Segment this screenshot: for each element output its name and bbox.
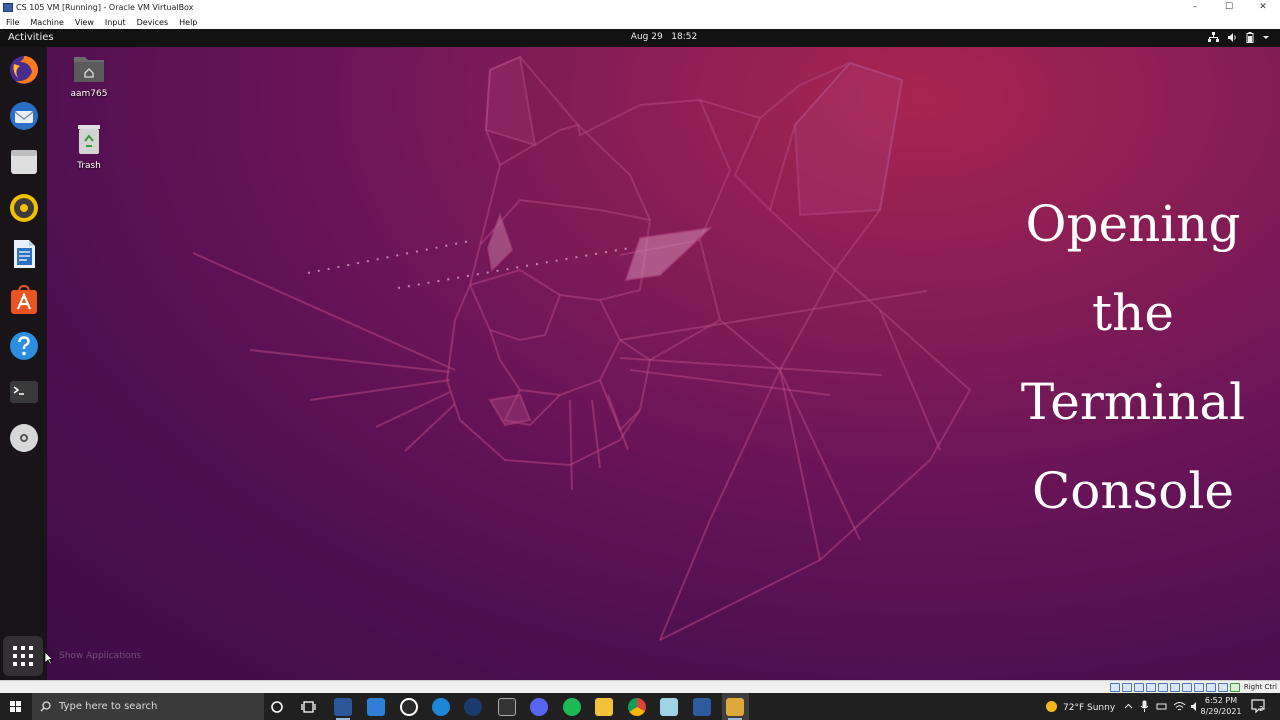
notification-center-button[interactable]: 2: [1250, 698, 1266, 714]
caption-line: Terminal: [1020, 373, 1246, 431]
sun-icon: [1046, 701, 1057, 712]
date-time[interactable]: Aug 29 18:52: [600, 32, 728, 42]
weather-widget[interactable]: 72°F Sunny: [1046, 701, 1115, 713]
cpu-indicator[interactable]: [1206, 683, 1216, 692]
show-applications-tooltip: Show Applications: [59, 651, 142, 661]
battery-icon: [1246, 32, 1254, 43]
app-grid-icon: [13, 646, 33, 666]
home-folder-icon[interactable]: aam765: [59, 53, 119, 99]
menu-input[interactable]: Input: [105, 18, 126, 27]
virtualbox-manager-taskbar-icon[interactable]: [693, 698, 711, 716]
windows-logo-icon: [10, 701, 21, 712]
search-placeholder: Type here to search: [59, 701, 158, 712]
discord-taskbar-icon[interactable]: [530, 698, 548, 716]
menu-help[interactable]: Help: [179, 18, 197, 27]
menu-devices[interactable]: Devices: [137, 18, 169, 27]
microphone-icon[interactable]: [1140, 700, 1149, 713]
show-applications-button[interactable]: [3, 636, 43, 676]
usb-tray-icon[interactable]: [1156, 701, 1167, 712]
cortana-icon[interactable]: [270, 700, 284, 714]
trash-icon[interactable]: Trash: [59, 123, 119, 171]
home-folder-label: aam765: [70, 89, 108, 99]
recycle-bin-icon: [78, 125, 100, 154]
trash-label: Trash: [77, 161, 101, 171]
screen: CS 105 VM [Running] - Oracle VM VirtualB…: [0, 0, 1280, 720]
taskbar-search-box[interactable]: Type here to search: [32, 693, 264, 720]
files-icon[interactable]: [8, 146, 40, 178]
taskbar-clock[interactable]: 6:52 PM 8/29/2021: [1196, 695, 1246, 717]
steam-taskbar-icon[interactable]: [464, 698, 482, 716]
optical-drive-indicator[interactable]: [1122, 683, 1132, 692]
task-view-icon[interactable]: [301, 700, 317, 714]
word-taskbar-icon[interactable]: [334, 698, 352, 716]
vbox-title-bar: CS 105 VM [Running] - Oracle VM VirtualB…: [0, 0, 1280, 15]
ubuntu-top-bar: Activities Aug 29 18:52: [0, 29, 1280, 47]
network-indicator[interactable]: [1146, 683, 1156, 692]
desktop[interactable]: aam765 Trash Opening the Terminal Consol…: [0, 47, 1280, 680]
libreoffice-writer-icon[interactable]: [8, 238, 40, 270]
epic-games-taskbar-icon[interactable]: [498, 698, 516, 716]
mouse-integration-indicator[interactable]: [1218, 683, 1228, 692]
menu-view[interactable]: View: [75, 18, 94, 27]
usb-indicator[interactable]: [1158, 683, 1168, 692]
window-controls: – ☐ ✕: [1178, 0, 1280, 15]
caption-line: the: [1092, 284, 1174, 342]
activities-button[interactable]: Activities: [8, 32, 54, 43]
network-icon: [1208, 32, 1219, 42]
windows-taskbar: Type here to search 72°F Sunny 6:52 PM 8…: [0, 693, 1280, 720]
minimize-button[interactable]: –: [1178, 0, 1212, 15]
keyboard-indicator[interactable]: [1230, 683, 1240, 692]
blue-app-taskbar-icon[interactable]: [432, 698, 450, 716]
caption-line: Console: [1032, 462, 1234, 520]
tray-chevron-icon[interactable]: [1124, 702, 1133, 711]
vbox-status-bar: Right Ctrl: [0, 680, 1280, 693]
time-text: 18:52: [671, 32, 698, 42]
chevron-down-icon: [1263, 36, 1269, 39]
virtualbox-vm-taskbar-icon[interactable]: [726, 698, 744, 716]
wifi-icon[interactable]: [1173, 701, 1186, 712]
help-icon[interactable]: [8, 330, 40, 362]
virtualbox-icon: [3, 3, 13, 12]
display-indicator[interactable]: [1182, 683, 1192, 692]
notepad-taskbar-icon[interactable]: [660, 698, 678, 716]
volume-icon: [1228, 33, 1236, 42]
search-icon: [40, 701, 51, 712]
caption-line: Opening: [1025, 195, 1241, 253]
shared-folders-indicator[interactable]: [1170, 683, 1180, 692]
mouse-cursor-icon: [44, 651, 53, 665]
dvd-icon[interactable]: [8, 422, 40, 454]
file-explorer-taskbar-icon[interactable]: [595, 698, 613, 716]
start-button[interactable]: [0, 693, 32, 720]
terminal-icon[interactable]: [8, 376, 40, 408]
vbox-window-title: CS 105 VM [Running] - Oracle VM VirtualB…: [16, 3, 194, 12]
weather-text: 72°F Sunny: [1063, 703, 1116, 713]
menu-machine[interactable]: Machine: [30, 18, 64, 27]
firefox-icon[interactable]: [8, 54, 40, 86]
clock-date: 8/29/2021: [1200, 707, 1242, 716]
menu-file[interactable]: File: [6, 18, 19, 27]
ubuntu-software-icon[interactable]: [8, 284, 40, 316]
audio-indicator[interactable]: [1134, 683, 1144, 692]
overlay-caption: Opening the Terminal Console: [1005, 180, 1261, 536]
folder-icon: [74, 57, 104, 82]
store-taskbar-icon[interactable]: [367, 698, 385, 716]
notification-count: 2: [1259, 705, 1264, 713]
chrome-taskbar-icon[interactable]: [628, 698, 646, 716]
g-app-taskbar-icon[interactable]: [400, 698, 418, 716]
clock-time: 6:52 PM: [1204, 696, 1238, 705]
thunderbird-icon[interactable]: [8, 100, 40, 132]
date-text: Aug 29: [630, 32, 663, 42]
rhythmbox-icon[interactable]: [8, 192, 40, 224]
maximize-button[interactable]: ☐: [1212, 0, 1246, 15]
notification-icon: [1251, 699, 1265, 714]
vbox-menu-bar: File Machine View Input Devices Help: [0, 15, 1280, 29]
ubuntu-dock: [0, 47, 47, 680]
close-button[interactable]: ✕: [1246, 0, 1280, 15]
system-tray[interactable]: [1208, 32, 1270, 43]
recording-indicator[interactable]: [1194, 683, 1204, 692]
spotify-taskbar-icon[interactable]: [563, 698, 581, 716]
hard-disk-indicator[interactable]: [1110, 683, 1120, 692]
